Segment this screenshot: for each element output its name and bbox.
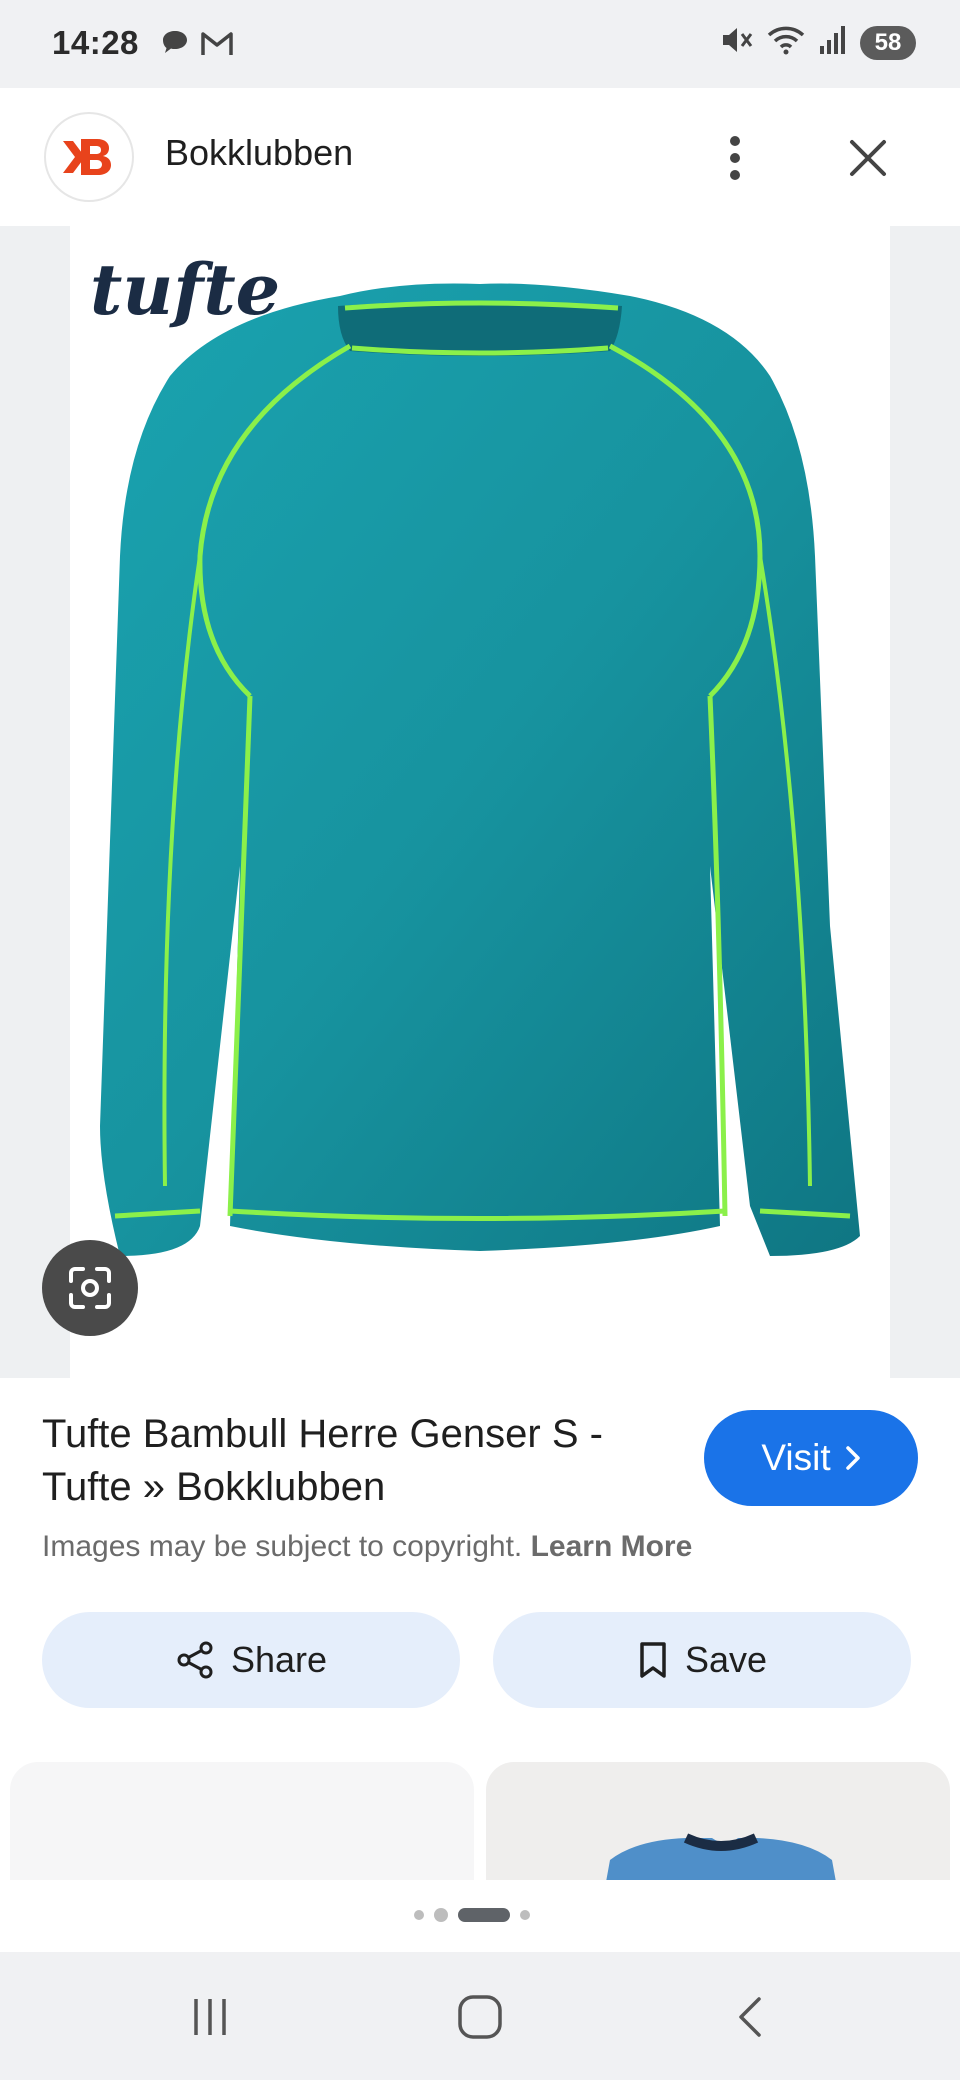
bookmark-icon: [640, 1642, 666, 1678]
more-options-button[interactable]: [712, 128, 758, 188]
related-image-card[interactable]: [486, 1762, 950, 1882]
long-sleeve-shirt-image: [100, 283, 860, 1256]
status-system-icons: 58: [720, 24, 916, 61]
site-logo[interactable]: [44, 112, 134, 202]
more-vert-icon: [730, 136, 740, 180]
back-icon: [739, 1997, 761, 2037]
google-lens-button[interactable]: [42, 1240, 138, 1336]
mute-icon: [720, 24, 754, 61]
save-button[interactable]: Save: [493, 1612, 911, 1708]
share-label: Share: [230, 1639, 328, 1680]
lens-icon: [69, 1267, 111, 1309]
battery-indicator: 58: [860, 25, 916, 60]
close-icon: [850, 140, 886, 176]
image-viewer[interactable]: tufte: [0, 226, 960, 1378]
site-name[interactable]: Bokklubben: [165, 132, 353, 174]
save-label: Save: [684, 1639, 768, 1680]
related-image-card[interactable]: [10, 1762, 474, 1882]
related-shirt-thumbnail: [606, 1833, 836, 1882]
pager-dot: [520, 1910, 530, 1920]
copyright-text: Images may be subject to copyright.: [42, 1530, 523, 1563]
copyright-notice: Images may be subject to copyright. Lear…: [42, 1530, 692, 1564]
chevron-right-icon: [845, 1446, 860, 1470]
chat-bubble-icon: [160, 28, 190, 63]
wifi-icon: [766, 24, 806, 61]
back-button[interactable]: [710, 1982, 790, 2052]
product-image[interactable]: tufte: [70, 226, 890, 1378]
share-button[interactable]: Share: [42, 1612, 460, 1708]
pager-dot: [434, 1908, 448, 1922]
recent-apps-button[interactable]: [170, 1982, 250, 2052]
status-notification-icons: [160, 28, 234, 63]
home-icon: [458, 1995, 502, 2039]
recents-icon: [194, 1999, 226, 2035]
share-icon: [177, 1641, 213, 1679]
status-time: 14:28: [52, 24, 139, 61]
learn-more-link[interactable]: Learn More: [531, 1530, 693, 1563]
bokklubben-logo-icon: [63, 139, 111, 175]
system-nav-bar: [0, 1952, 960, 2080]
visit-label: Visit: [761, 1437, 831, 1478]
pager-dot-active: [458, 1908, 510, 1922]
page-indicator: [414, 1908, 530, 1922]
status-bar: 14:28 58: [0, 0, 960, 88]
close-button[interactable]: [838, 128, 898, 188]
visit-button[interactable]: Visit: [704, 1410, 918, 1506]
pager-dot: [414, 1910, 424, 1920]
home-button[interactable]: [440, 1982, 520, 2052]
signal-icon: [818, 24, 848, 61]
page-header: Bokklubben: [0, 88, 960, 226]
gmail-icon: [200, 29, 234, 62]
result-title[interactable]: Tufte Bambull Herre Genser S - Tufte » B…: [42, 1408, 682, 1514]
